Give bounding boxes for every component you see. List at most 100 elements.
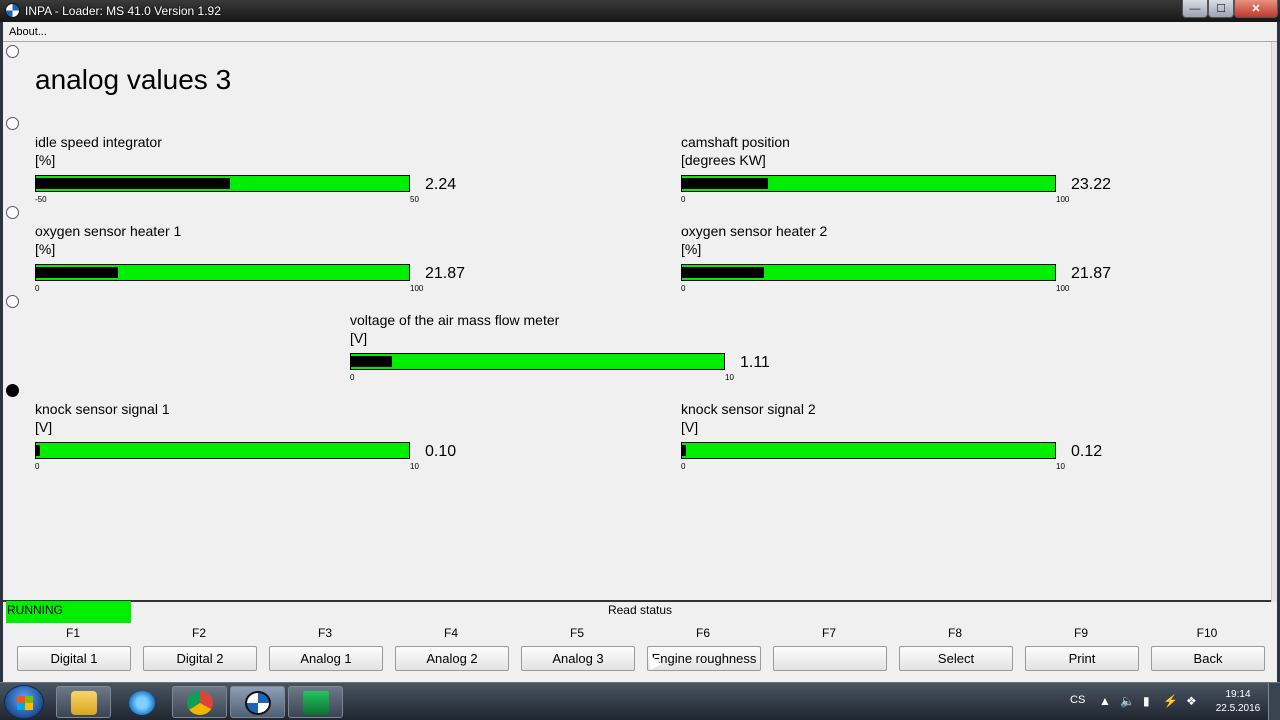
f7-button[interactable]	[773, 646, 887, 671]
taskbar-ediabas[interactable]	[288, 686, 343, 718]
gauge-bar	[35, 264, 410, 281]
print-button[interactable]: Print	[1025, 646, 1139, 671]
page-title: analog values 3	[35, 64, 232, 95]
gauge-label: oxygen sensor heater 2	[681, 223, 828, 239]
gauge-value: 21.87	[425, 265, 466, 282]
gauge-value: 23.22	[1071, 176, 1112, 193]
fkey-label-f5: F5	[569, 626, 584, 640]
taskbar-internet-explorer[interactable]	[114, 686, 169, 718]
gauge-value: 0.10	[425, 443, 457, 460]
network-icon[interactable]: ⚡	[1163, 694, 1178, 708]
gauge-label: knock sensor signal 2	[681, 401, 816, 417]
digital-2-button[interactable]: Digital 2	[143, 646, 257, 671]
row-radio-2[interactable]	[6, 117, 19, 130]
gauge-unit: [%]	[681, 241, 702, 257]
select-button[interactable]: Select	[899, 646, 1013, 671]
analog-3-button[interactable]: Analog 3	[521, 646, 635, 671]
chrome-icon	[187, 691, 213, 715]
taskbar-clock[interactable]: 19:14 22.5.2016	[1212, 688, 1264, 716]
gauge-min: -50	[35, 195, 47, 204]
gauge-value: 1.11	[740, 354, 770, 371]
row-radio-4[interactable]	[6, 295, 19, 308]
taskbar-bmw[interactable]	[230, 686, 285, 718]
gauge-oxygen-sensor-heater-1: oxygen sensor heater 1 [%] 21.87 0 100	[35, 223, 475, 303]
gauge-min: 0	[681, 462, 686, 471]
tray-expand-icon[interactable]: ▲	[1099, 694, 1111, 708]
engine-roughness-button[interactable]: Engine roughness	[647, 646, 761, 671]
fkey-label-f2: F2	[191, 626, 206, 640]
gauge-label: idle speed integrator	[35, 134, 162, 150]
close-button[interactable]: ✕	[1234, 0, 1278, 18]
gauge-min: 0	[681, 284, 686, 293]
gauge-max: 100	[1056, 284, 1070, 293]
row-radio-5[interactable]	[6, 384, 19, 397]
minimize-button[interactable]: —	[1182, 0, 1208, 18]
gauge-max: 100	[410, 284, 424, 293]
gauge-max: 50	[410, 195, 419, 204]
ediabas-icon	[303, 691, 329, 715]
taskbar-chrome[interactable]	[172, 686, 227, 718]
start-button[interactable]	[4, 685, 44, 719]
gauge-value: 21.87	[1071, 265, 1112, 282]
gauge-unit: [V]	[350, 330, 368, 346]
fkey-label-f7: F7	[821, 626, 836, 640]
clock-date: 22.5.2016	[1215, 703, 1261, 714]
analog-1-button[interactable]: Analog 1	[269, 646, 383, 671]
read-status-label: Read status	[607, 603, 673, 617]
clock-time: 19:14	[1225, 689, 1251, 700]
gauge-min: 0	[681, 195, 686, 204]
gauge-air-mass-flow-voltage: voltage of the air mass flow meter [V] 1…	[350, 312, 790, 392]
gauge-bar	[350, 353, 725, 370]
row-radio-3[interactable]	[6, 206, 19, 219]
taskbar-explorer[interactable]	[56, 686, 111, 718]
gauge-fill	[682, 178, 768, 189]
battery-icon[interactable]: ▮	[1143, 694, 1150, 708]
show-desktop-button[interactable]	[1268, 683, 1280, 720]
menu-about[interactable]: About...	[9, 26, 47, 38]
fkey-label-f1: F1	[65, 626, 80, 640]
gauge-fill	[36, 267, 118, 278]
row-radio-1[interactable]	[6, 45, 19, 58]
gauge-fill	[36, 445, 40, 456]
gauge-camshaft-position: camshaft position [degrees KW] 23.22 0 1…	[681, 134, 1121, 214]
gauge-max: 100	[1056, 195, 1070, 204]
maximize-button[interactable]: ☐	[1208, 0, 1234, 18]
gauge-oxygen-sensor-heater-2: oxygen sensor heater 2 [%] 21.87 0 100	[681, 223, 1121, 303]
running-status-badge: RUNNING	[6, 601, 131, 623]
gauge-unit: [V]	[681, 419, 699, 435]
fkey-label-f8: F8	[947, 626, 962, 640]
bmw-icon	[245, 691, 271, 715]
gauge-bar	[35, 175, 410, 192]
fkey-label-f9: F9	[1073, 626, 1088, 640]
dropbox-icon[interactable]: ❖	[1186, 694, 1197, 708]
gauge-fill	[351, 356, 392, 367]
gauge-max: 10	[410, 462, 419, 471]
fkey-label-f3: F3	[317, 626, 332, 640]
gauge-label: knock sensor signal 1	[35, 401, 170, 417]
vertical-scrollbar[interactable]	[1271, 42, 1277, 602]
gauge-value: 2.24	[425, 176, 457, 193]
screen: INPA - Loader: MS 41.0 Version 1.92 — ☐ …	[0, 0, 1280, 720]
title-bar: INPA - Loader: MS 41.0 Version 1.92 — ☐ …	[0, 0, 1280, 22]
analog-2-button[interactable]: Analog 2	[395, 646, 509, 671]
gauge-fill	[682, 445, 686, 456]
gauge-label: voltage of the air mass flow meter	[350, 312, 560, 328]
back-button[interactable]: Back	[1151, 646, 1265, 671]
digital-1-button[interactable]: Digital 1	[17, 646, 131, 671]
gauge-knock-sensor-1: knock sensor signal 1 [V] 0.10 0 10	[35, 401, 475, 481]
gauge-fill	[36, 178, 230, 189]
volume-icon[interactable]: 🔈	[1120, 694, 1135, 708]
gauge-max: 10	[725, 373, 734, 382]
gauge-unit: [V]	[35, 419, 53, 435]
bmw-app-icon	[5, 3, 20, 18]
fkey-label-f4: F4	[443, 626, 458, 640]
gauge-idle-speed-integrator: idle speed integrator [%] 2.24 -50 50	[35, 134, 475, 214]
gauge-unit: [%]	[35, 241, 56, 257]
language-indicator[interactable]: CS	[1070, 694, 1085, 706]
gauge-label: camshaft position	[681, 134, 790, 150]
gauge-unit: [%]	[35, 152, 56, 168]
gauge-max: 10	[1056, 462, 1065, 471]
windows-logo-icon	[17, 696, 33, 710]
gauge-min: 0	[350, 373, 355, 382]
gauge-bar	[681, 175, 1056, 192]
